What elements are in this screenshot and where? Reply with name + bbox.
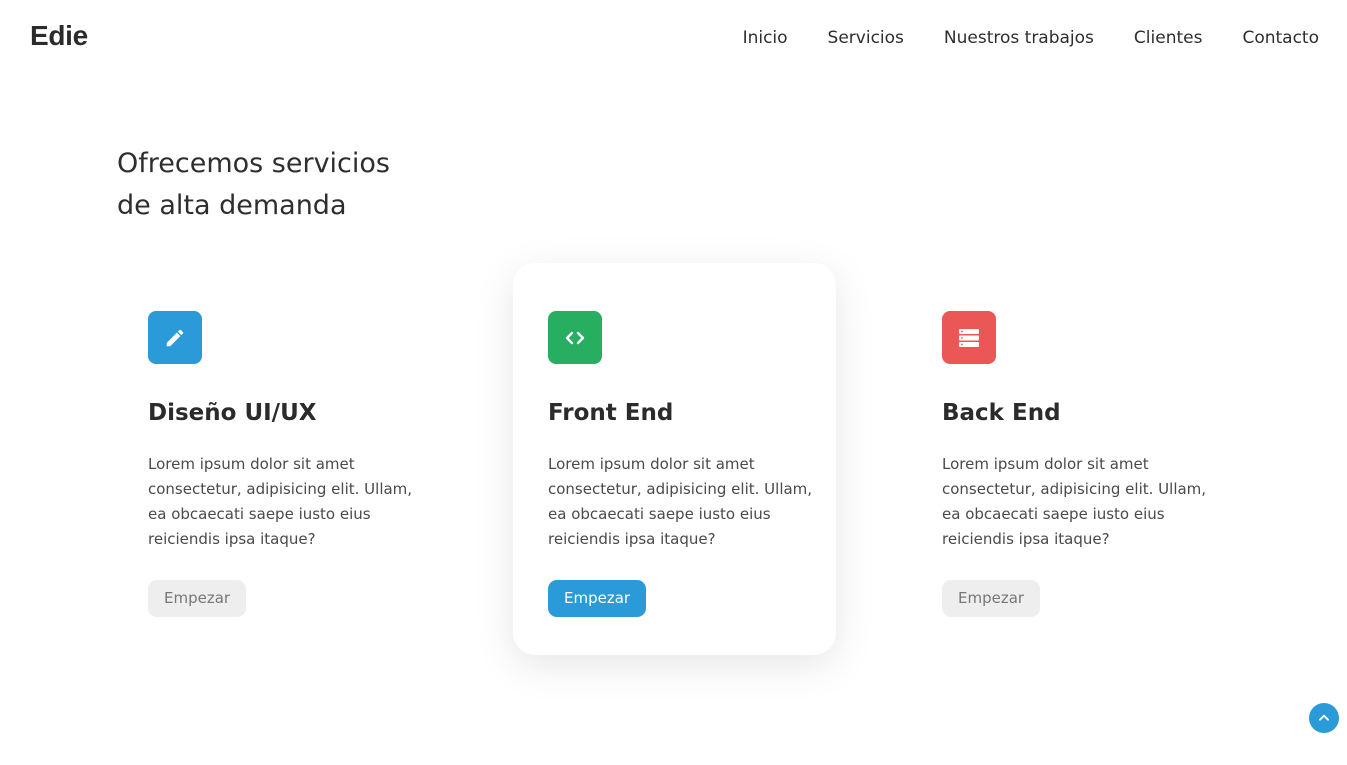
start-button-design[interactable]: Empezar xyxy=(148,580,247,617)
nav-link-contacto[interactable]: Contacto xyxy=(1242,28,1319,48)
service-card-title: Front End xyxy=(548,400,674,426)
chevron-up-icon xyxy=(1318,714,1330,721)
service-card-text: Lorem ipsum dolor sit amet consectetur, … xyxy=(148,455,413,548)
service-card-title: Back End xyxy=(942,400,1061,426)
services-heading-line1: Ofrecemos servicios xyxy=(117,148,390,179)
pencil-icon xyxy=(148,311,202,364)
nav-link-inicio[interactable]: Inicio xyxy=(743,28,788,48)
nav-link-nuestros-trabajos[interactable]: Nuestros trabajos xyxy=(944,28,1094,48)
service-card-text: Lorem ipsum dolor sit amet consectetur, … xyxy=(942,455,1207,548)
code-icon xyxy=(548,311,602,364)
scroll-to-top-button[interactable] xyxy=(1309,703,1339,733)
services-heading-line2: de alta demanda xyxy=(117,190,347,221)
service-card-design: Diseño UI/UX Lorem ipsum dolor sit amet … xyxy=(113,263,436,655)
start-button-backend[interactable]: Empezar xyxy=(942,580,1041,617)
start-button-frontend[interactable]: Empezar xyxy=(548,580,647,617)
service-card-text: Lorem ipsum dolor sit amet consectetur, … xyxy=(548,455,813,548)
server-icon xyxy=(942,311,996,364)
service-card-title: Diseño UI/UX xyxy=(148,400,317,426)
main-nav: Inicio Servicios Nuestros trabajos Clien… xyxy=(703,28,1319,48)
site-header: Edie Inicio Servicios Nuestros trabajos … xyxy=(0,0,1347,78)
services-heading: Ofrecemos servicios de alta demanda xyxy=(117,143,477,227)
site-logo[interactable]: Edie xyxy=(30,20,88,52)
nav-link-clientes[interactable]: Clientes xyxy=(1134,28,1203,48)
nav-link-servicios[interactable]: Servicios xyxy=(828,28,904,48)
service-card-frontend: Front End Lorem ipsum dolor sit amet con… xyxy=(513,263,836,655)
service-card-backend: Back End Lorem ipsum dolor sit amet cons… xyxy=(907,263,1230,655)
